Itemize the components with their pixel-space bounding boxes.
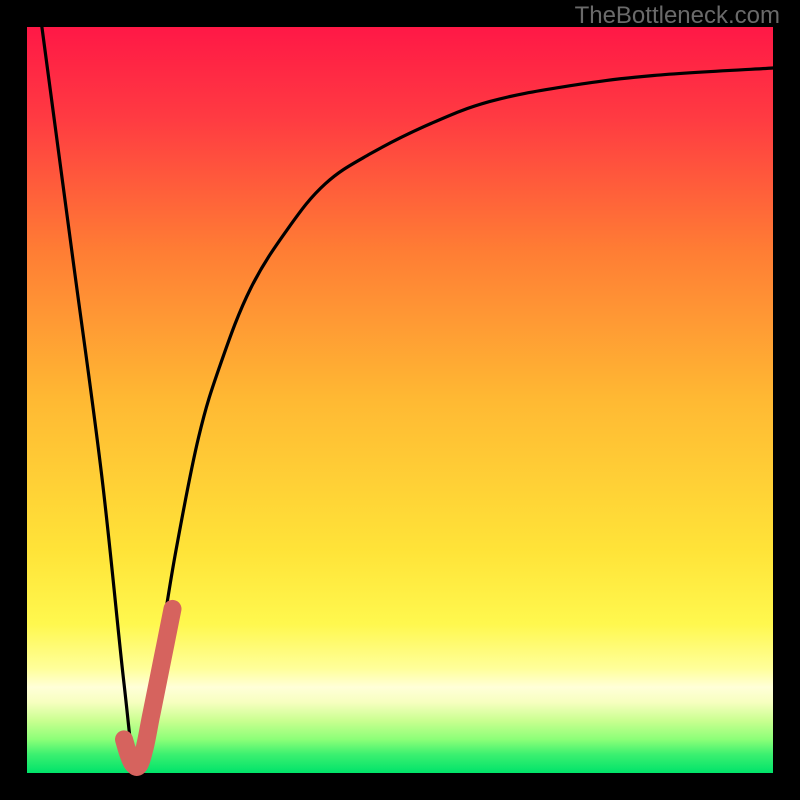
watermark-text: TheBottleneck.com	[575, 2, 780, 30]
bottleneck-chart	[27, 27, 773, 773]
chart-frame: TheBottleneck.com	[0, 0, 800, 800]
